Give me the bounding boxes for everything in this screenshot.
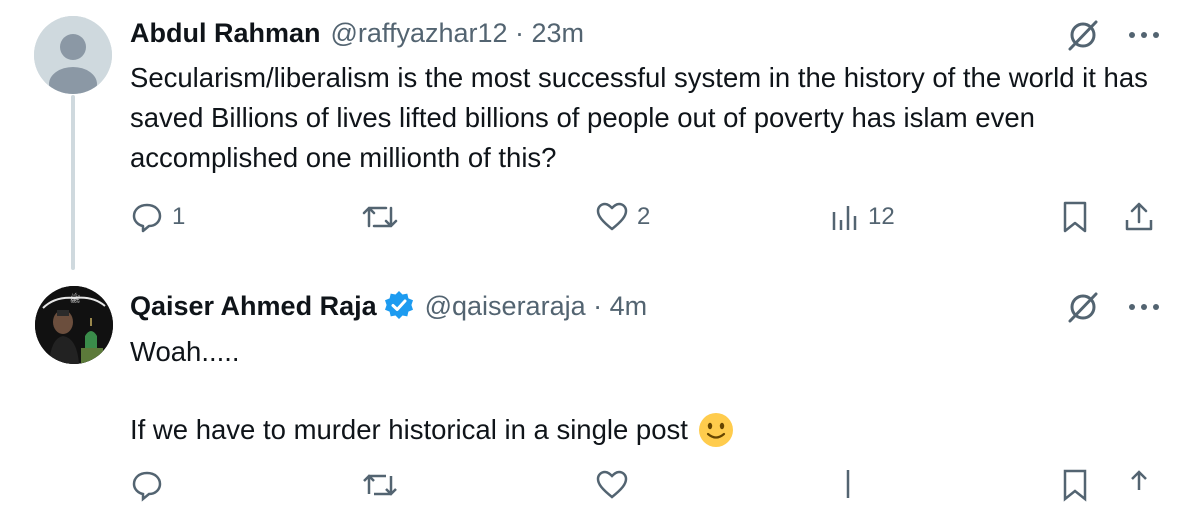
default-avatar-icon [34, 16, 112, 94]
views-count: 12 [868, 203, 895, 230]
reply-icon [132, 203, 162, 233]
author-handle-time[interactable]: @raffyazhar12 · 23m [331, 18, 585, 49]
verified-badge-icon[interactable] [383, 290, 415, 322]
reply-count: 1 [172, 203, 186, 230]
bookmark-icon [1063, 469, 1087, 502]
tweet-action-bar [130, 468, 1160, 508]
like-button[interactable]: 2 [595, 200, 650, 234]
tweet-text-line: Woah..... [130, 336, 240, 367]
tweet-action-bar: 1 2 12 [130, 200, 1160, 240]
avatar[interactable] [34, 16, 112, 94]
like-icon [596, 470, 628, 499]
tweet-header: Qaiser Ahmed Raja @qaiseraraja · 4m [130, 290, 647, 322]
views-icon [846, 470, 850, 498]
tweet-header: Abdul Rahman @raffyazhar12 · 23m [130, 18, 584, 49]
retweet-icon [363, 474, 397, 496]
more-icon[interactable] [1128, 30, 1160, 40]
thread-connector-line [71, 95, 75, 270]
bookmark-button[interactable] [1060, 468, 1090, 502]
tweet-top-actions [1066, 18, 1160, 52]
tweet-text-line: If we have to murder historical in a sin… [130, 414, 688, 445]
retweet-button[interactable] [360, 468, 400, 502]
like-icon [596, 202, 628, 231]
slightly-smiling-face-emoji [698, 413, 733, 447]
views-button[interactable]: 12 [830, 200, 895, 234]
views-button[interactable] [830, 468, 860, 502]
share-button[interactable] [1122, 468, 1156, 502]
retweet-icon [362, 206, 398, 228]
retweet-button[interactable] [360, 200, 400, 234]
share-button[interactable] [1122, 200, 1156, 234]
author-name[interactable]: Qaiser Ahmed Raja [130, 291, 377, 322]
bookmark-icon [1063, 201, 1087, 233]
bookmark-button[interactable] [1060, 200, 1090, 234]
tweet-text: Secularism/liberalism is the most succes… [130, 62, 1148, 173]
author-name[interactable]: Abdul Rahman [130, 18, 321, 49]
views-icon [832, 206, 857, 230]
tweet-top-actions [1066, 290, 1160, 324]
reply-icon [132, 471, 162, 502]
more-icon[interactable] [1128, 302, 1160, 312]
profile-photo: ﷺ [35, 286, 113, 364]
avatar[interactable]: ﷺ [35, 286, 113, 364]
share-icon [1125, 202, 1153, 231]
like-button[interactable] [595, 468, 629, 502]
reply-button[interactable]: 1 [130, 200, 185, 234]
tweet-text-line-container: If we have to murder historical in a sin… [130, 410, 734, 450]
reply-button[interactable] [130, 468, 164, 502]
grok-icon[interactable] [1066, 18, 1100, 52]
like-count: 2 [637, 203, 651, 230]
grok-icon[interactable] [1066, 290, 1100, 324]
share-icon [1131, 470, 1147, 490]
author-handle-time[interactable]: @qaiseraraja · 4m [425, 291, 648, 322]
